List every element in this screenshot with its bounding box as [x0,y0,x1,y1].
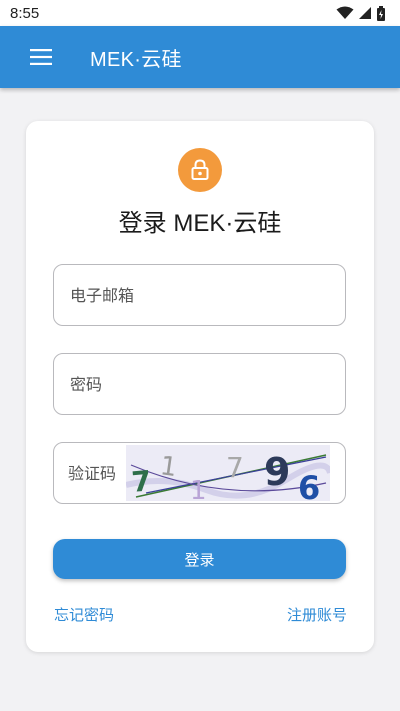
status-icons [336,5,386,21]
menu-button[interactable] [0,26,90,88]
email-input[interactable] [70,285,345,305]
signal-icon [359,7,371,19]
login-title: 登录 MEK·云硅 [118,210,282,237]
captcha-char-1: 7 [130,464,152,499]
menu-icon [30,49,52,65]
app-title: MEK·云硅 [90,48,182,71]
app-bar: MEK·云硅 [0,26,400,88]
captcha-char-6: 6 [298,469,320,501]
email-field[interactable] [53,264,346,326]
wifi-icon [336,6,354,19]
password-field[interactable] [53,353,346,415]
status-time: 8:55 [10,4,40,22]
register-link[interactable]: 注册账号 [287,604,347,625]
lock-icon [191,159,209,180]
captcha-char-5: 9 [264,450,290,494]
battery-icon [377,5,385,21]
lock-avatar [178,148,222,192]
login-card: 登录 MEK·云硅 7 1 1 7 9 6 登录 忘记密码 注册账号 [26,121,374,652]
login-button[interactable]: 登录 [53,539,346,579]
captcha-char-3: 1 [190,476,207,501]
captcha-char-4: 7 [226,451,244,484]
captcha-image[interactable]: 7 1 1 7 9 6 [126,445,330,501]
captcha-field[interactable]: 7 1 1 7 9 6 [53,442,346,504]
status-bar: 8:55 [0,0,400,26]
password-input[interactable] [70,374,345,394]
forgot-password-link[interactable]: 忘记密码 [54,604,114,625]
